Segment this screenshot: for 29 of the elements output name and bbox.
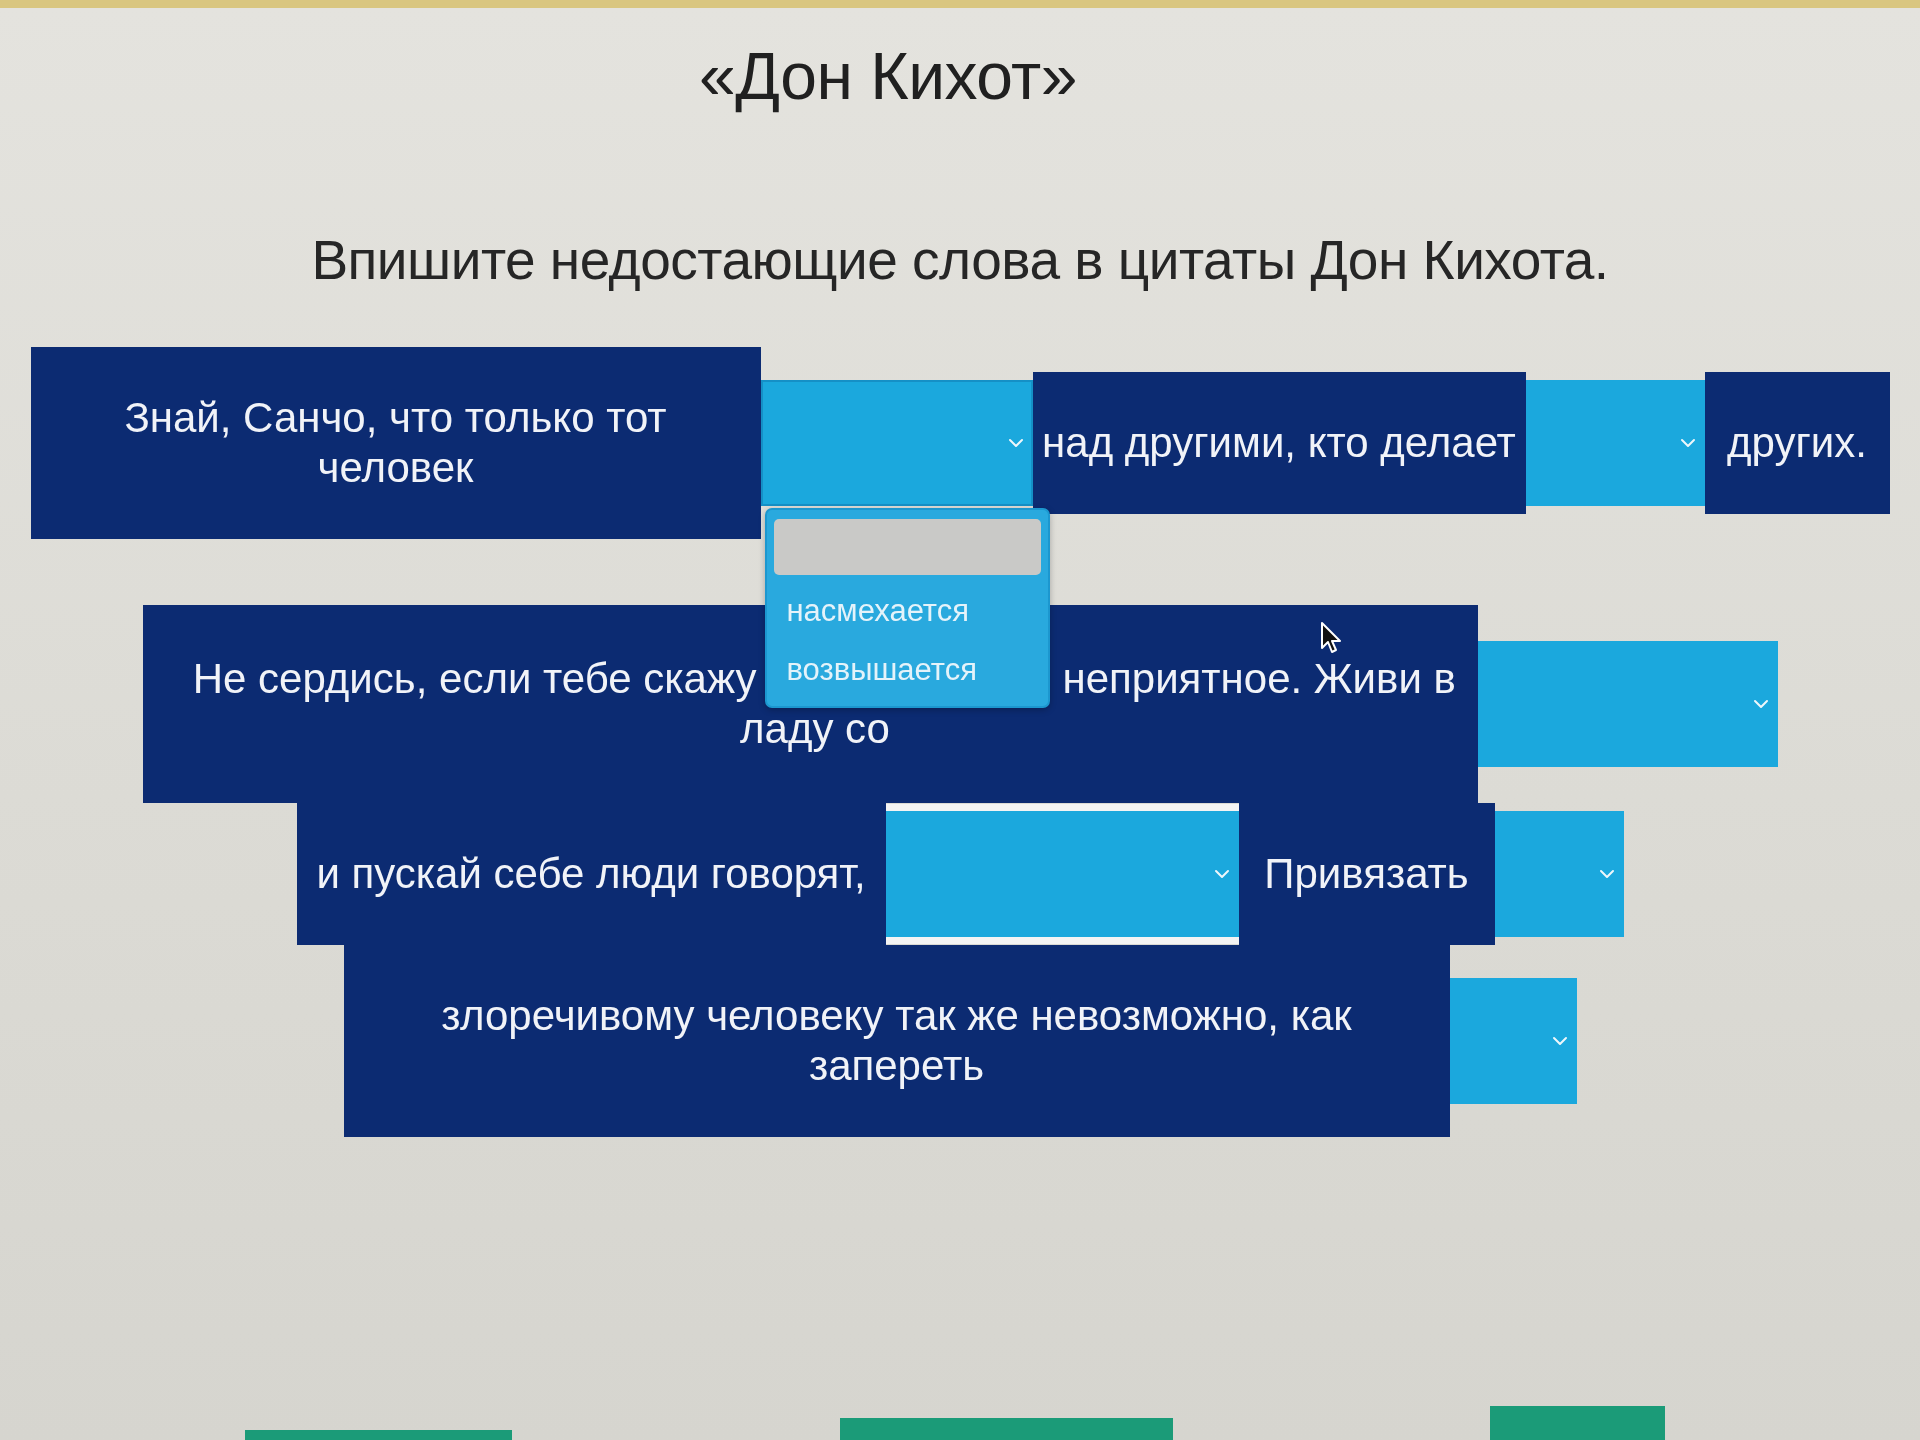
page-title: «Дон Кихот» bbox=[699, 38, 1077, 114]
quote-text: злоречивому человеку так же невозможно, как запереть bbox=[440, 991, 1353, 1091]
word-dropdown[interactable] bbox=[1494, 811, 1624, 937]
blank-option[interactable] bbox=[773, 519, 1041, 575]
action-button[interactable] bbox=[1490, 1406, 1665, 1440]
word-dropdown[interactable] bbox=[1449, 978, 1577, 1104]
word-dropdown[interactable] bbox=[885, 804, 1239, 944]
chevron-down-icon bbox=[1752, 699, 1769, 709]
quote-text: Не сердись, если тебе скажу bbox=[192, 654, 757, 704]
quote-text: ладу со bbox=[740, 704, 890, 754]
instruction-text: Впишите недостающие слова в цитаты Дон Кихота. bbox=[311, 228, 1609, 292]
quote-text: других. bbox=[1727, 418, 1867, 468]
chevron-down-icon bbox=[1007, 438, 1024, 448]
quote-text: над другими, кто делает bbox=[1042, 418, 1516, 468]
chevron-down-icon bbox=[1598, 869, 1615, 879]
quote-text: и пускай себе люди говорят, bbox=[316, 849, 866, 899]
chevron-down-icon bbox=[1679, 438, 1696, 448]
mouse-pointer-icon bbox=[1320, 621, 1342, 655]
chevron-down-icon bbox=[1551, 1036, 1568, 1046]
word-dropdown[interactable] bbox=[1525, 380, 1705, 506]
dropdown-option[interactable]: насмехается bbox=[773, 581, 1041, 640]
chevron-down-icon bbox=[1213, 869, 1230, 879]
dropdown-option[interactable]: возвышается bbox=[773, 640, 1041, 699]
quote-text: Привязать bbox=[1264, 849, 1469, 899]
quote-text: неприятное. Живи в bbox=[1062, 654, 1456, 704]
word-dropdown[interactable] bbox=[1477, 641, 1778, 767]
action-button[interactable] bbox=[245, 1430, 512, 1440]
quote-text: Знай, Санчо, что только тот человек bbox=[123, 393, 668, 493]
action-button[interactable] bbox=[840, 1418, 1173, 1440]
